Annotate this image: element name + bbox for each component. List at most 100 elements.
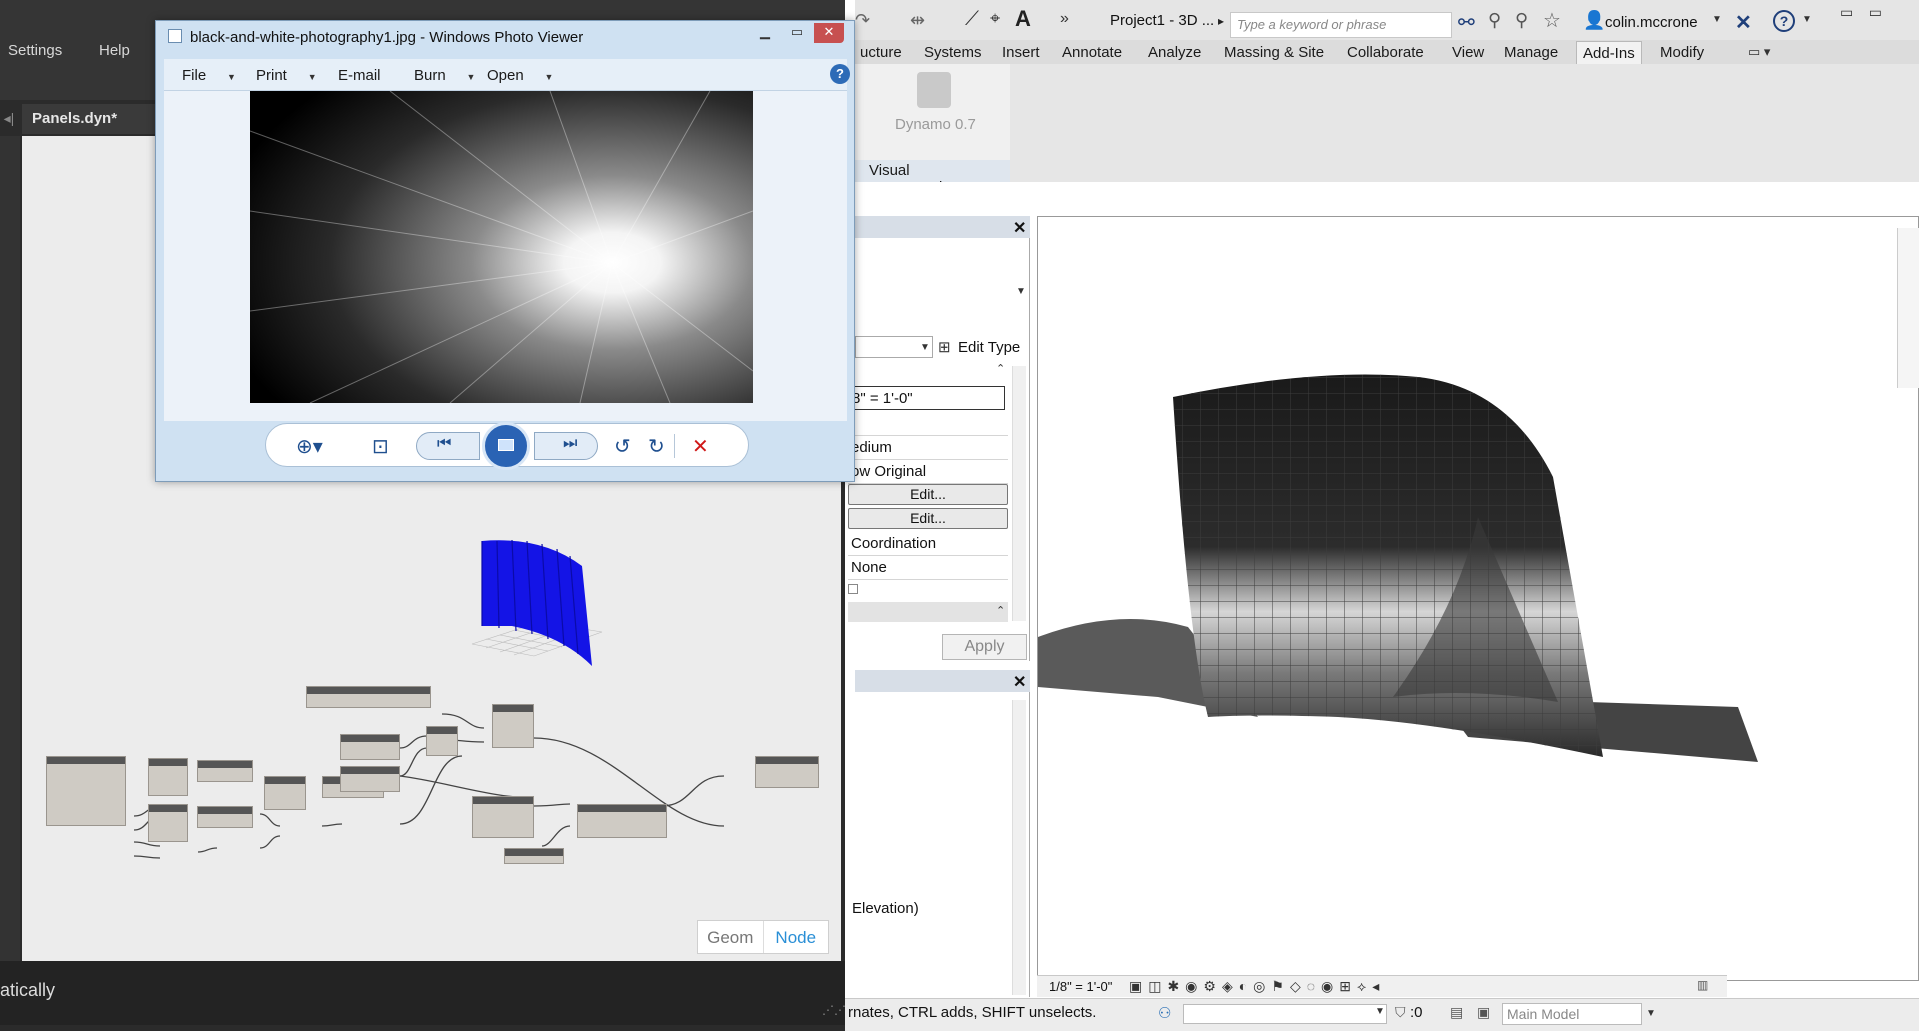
group-collapse-icon[interactable]: ⌃ [996,604,1005,617]
resize-grip-icon[interactable]: ⋰⋰ [822,1003,846,1017]
design-options-icon[interactable]: ▤ [1450,1004,1463,1021]
help-icon[interactable]: ? [830,64,850,84]
exchange-apps-icon[interactable]: ✕ [1735,10,1752,35]
minimize-button[interactable]: ▁ [750,23,780,43]
workset-select[interactable] [1183,1004,1387,1024]
properties-close-icon[interactable]: ✕ [1013,218,1026,238]
menu-help[interactable]: Help [99,42,130,59]
node-loft[interactable] [264,776,306,810]
select-filter-icon[interactable]: ⛉ [1395,1004,1406,1021]
menu-email[interactable]: E-mail [338,67,381,84]
tab-collaborate[interactable]: Collaborate [1347,44,1424,61]
properties-scrollbar[interactable] [1012,366,1026,621]
next-button[interactable]: ⏭ [534,432,598,460]
view-scale-label[interactable]: 1/8" = 1'-0" [1049,979,1112,994]
slideshow-button[interactable] [482,422,530,470]
instance-type-caret-icon[interactable]: ▼ [920,342,930,353]
main-model-select[interactable]: Main Model [1502,1003,1642,1025]
model-caret-icon[interactable]: ▼ [1646,1008,1656,1019]
discipline-row[interactable]: Coordination [848,532,1008,556]
geom-button[interactable]: Geom [698,921,764,953]
node-boolean[interactable] [504,848,564,864]
node-range[interactable] [426,726,458,756]
zoom-icon[interactable]: ⊕▾ [296,434,323,459]
node-color-by[interactable] [577,804,667,838]
tab-analyze[interactable]: Analyze [1148,44,1201,61]
node-point-b[interactable] [148,804,188,842]
editable-only-icon[interactable]: ▣ [1477,1004,1490,1021]
menu-file[interactable]: File ▼ [182,67,236,84]
menu-settings[interactable]: Settings [8,42,62,59]
tab-structure[interactable]: ucture [860,44,902,61]
delete-icon[interactable]: ✕ [692,434,709,459]
menu-burn[interactable]: Burn ▼ [414,67,475,84]
rotate-counterclockwise-icon[interactable]: ↺ [614,434,631,459]
tag-icon[interactable]: ⌖ [990,8,1000,29]
node-number-u[interactable] [340,734,400,760]
tab-add-ins[interactable]: Add-Ins [1576,41,1642,64]
library-collapse-icon[interactable]: ◂| [0,104,18,134]
edit-type-button[interactable]: Edit Type [958,339,1020,356]
user-menu-caret-icon[interactable]: ▼ [1712,14,1722,25]
user-icon[interactable]: 👤 [1583,10,1605,31]
help-caret-icon[interactable]: ▼ [1802,14,1812,25]
section-collapse-icon[interactable]: ⌃ [996,362,1005,375]
user-name[interactable]: colin.mccrone [1605,14,1698,31]
project-browser-close-icon[interactable]: ✕ [1013,672,1026,692]
type-selector-caret-icon[interactable]: ▼ [1016,286,1026,297]
viewcube-nav-bar[interactable] [1897,228,1919,388]
communication-icon[interactable]: ⚲ [1515,10,1528,31]
node-number-v[interactable] [340,766,400,792]
code-block-node[interactable] [46,756,126,826]
rotate-clockwise-icon[interactable]: ↻ [648,434,665,459]
apply-button[interactable]: Apply [942,634,1027,660]
more-tools-icon[interactable]: » [1060,10,1069,28]
binoculars-icon[interactable]: ⚯ [1458,10,1475,35]
detail-level-row[interactable]: edium [848,436,1008,460]
color-scheme-row[interactable]: None [848,556,1008,580]
tab-panels-dyn[interactable]: Panels.dyn* [22,104,162,134]
node-image-read[interactable] [492,704,534,748]
measure-icon[interactable]: ⇹ [910,10,925,31]
worksets-icon[interactable]: ⚇ [1158,1004,1171,1022]
tab-annotate[interactable]: Annotate [1062,44,1122,61]
infocenter-search-input[interactable]: Type a keyword or phrase [1230,12,1452,38]
subscription-icon[interactable]: ⚲ [1488,10,1501,31]
actual-size-icon[interactable]: ⊡ [372,434,389,459]
previous-button[interactable]: ⏮ [416,432,480,460]
favorites-star-icon[interactable]: ☆ [1543,8,1561,33]
maximize-button[interactable]: ▭ [782,23,812,43]
revit-window-controls[interactable]: ▭ ▭ [1840,4,1882,21]
node-point-a[interactable] [148,758,188,796]
help-icon[interactable]: ? [1773,10,1795,32]
view-scale-field[interactable]: 8" = 1'-0" [848,386,1005,410]
dynamo-ribbon-icon[interactable] [917,72,951,108]
node-curve-b[interactable] [197,806,253,828]
geom-node-toggle[interactable]: Geom Node [697,920,829,954]
menu-print[interactable]: Print ▼ [256,67,317,84]
redo-icon[interactable]: ↷ [855,10,870,31]
node-button[interactable]: Node [764,921,829,953]
ribbon-minimize-icon[interactable]: ▭ ▾ [1748,44,1770,60]
file-path-node[interactable] [306,686,431,708]
dimension-icon[interactable]: ⟋ [965,8,979,31]
edit-type-icon[interactable]: ⊞ [938,338,951,356]
graphic-display-edit-button[interactable]: Edit... [848,508,1008,529]
node-watch[interactable] [755,756,819,788]
tab-modify[interactable]: Modify [1660,44,1704,61]
search-expand-icon[interactable]: ▸ [1218,14,1224,28]
horizontal-scroll-thumb[interactable]: ▥ [1697,978,1708,992]
parts-visibility-row[interactable]: ow Original [848,460,1008,484]
browser-scrollbar[interactable] [1012,700,1026,995]
tab-view[interactable]: View [1452,44,1484,61]
workset-caret-icon[interactable]: ▼ [1375,1006,1385,1017]
tab-insert[interactable]: Insert [1002,44,1040,61]
view-control-icons[interactable]: ▣◫✱◉⚙◈◐◎⚑◇◌◉⊞⟡◂ [1129,978,1385,995]
node-panelize[interactable] [472,796,534,838]
revit-3d-view[interactable] [1037,216,1919,981]
checkbox[interactable] [848,584,858,594]
browser-item-elevation[interactable]: Elevation) [852,900,919,917]
dynamo-ribbon-button[interactable]: Dynamo 0.7 [895,116,976,133]
node-curve-a[interactable] [197,760,253,782]
text-icon[interactable]: A [1015,6,1031,32]
